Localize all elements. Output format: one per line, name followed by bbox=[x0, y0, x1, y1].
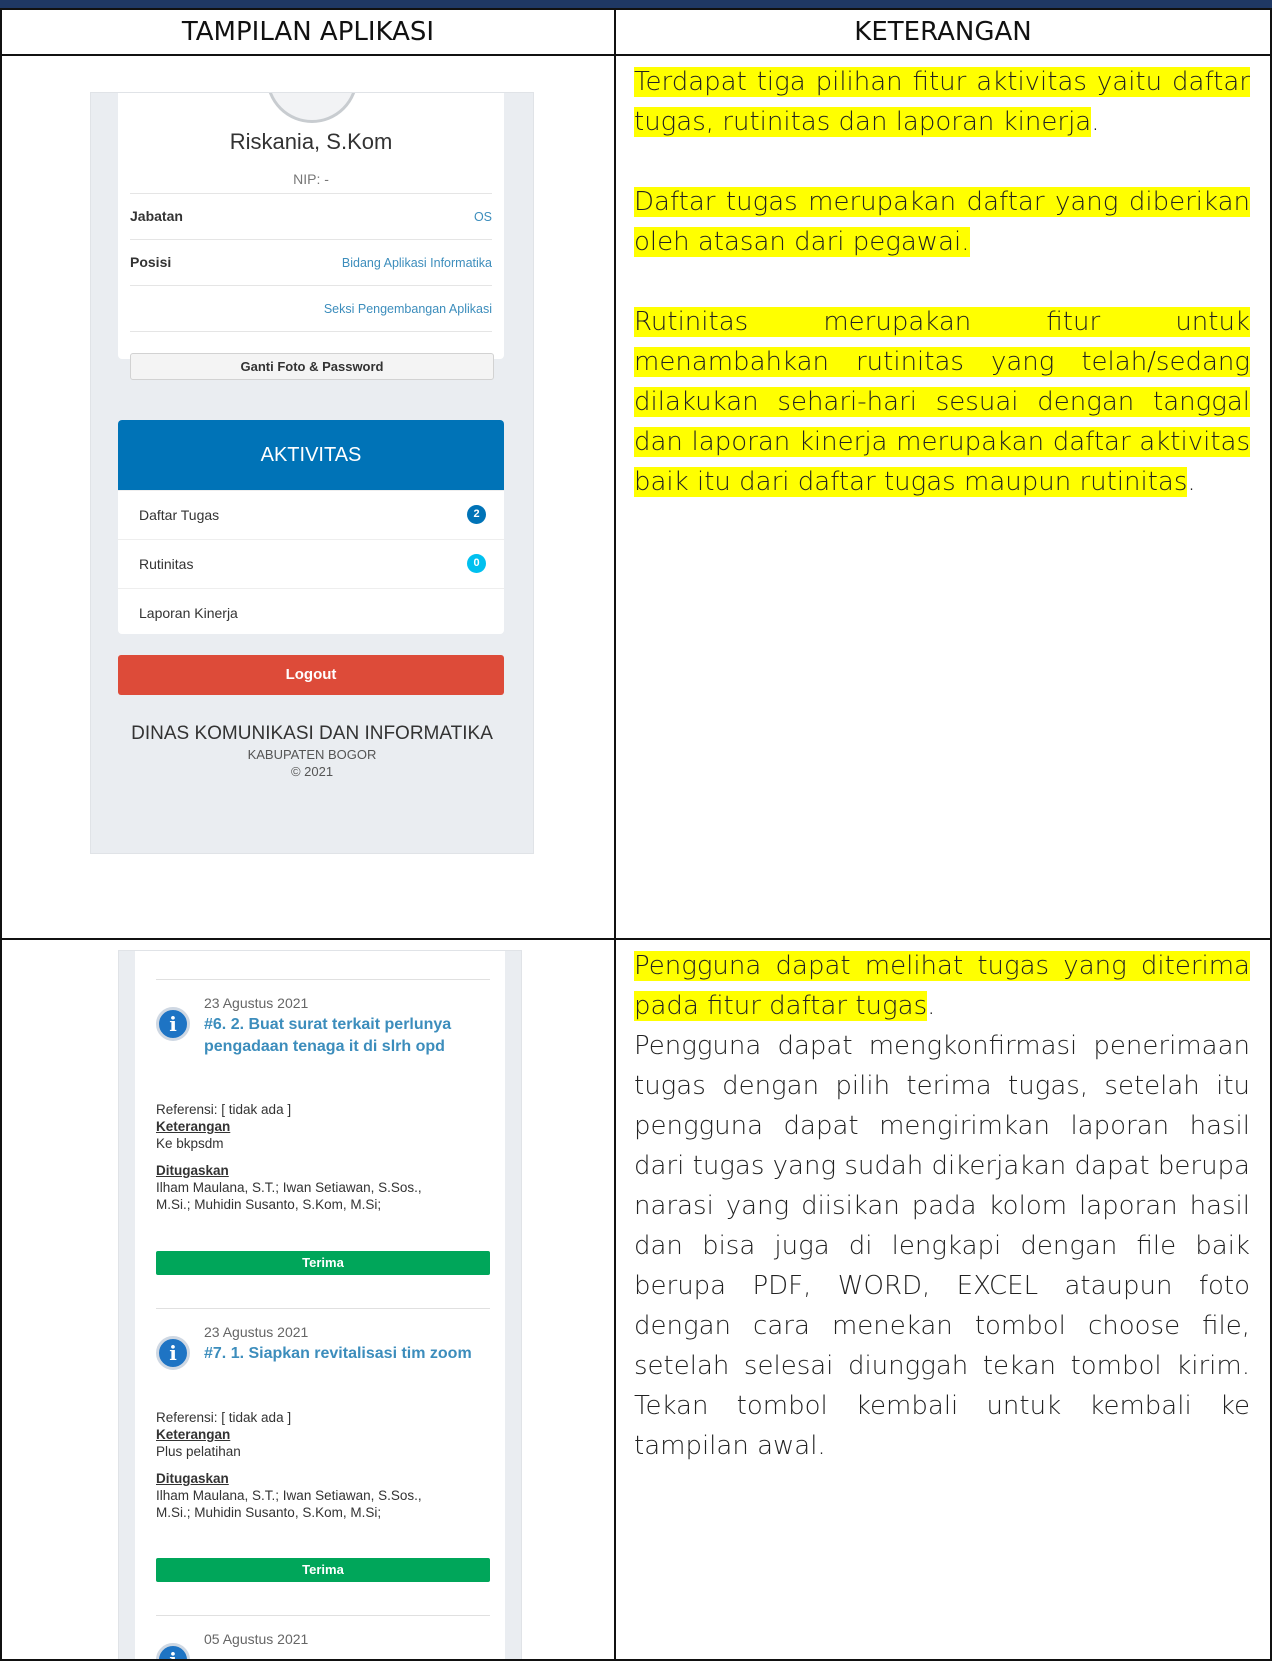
menu-item-label: Laporan Kinerja bbox=[139, 605, 238, 621]
keterangan-label: Keterangan bbox=[156, 1427, 231, 1442]
task-ditugaskan: Ilham Maulana, S.T.; Iwan Setiawan, S.So… bbox=[156, 1488, 422, 1520]
task-date: 23 Agustus 2021 bbox=[204, 995, 309, 1011]
screenshot-cell-profile: Riskania, S.Kom NIP: - Jabatan OS Posisi… bbox=[0, 54, 616, 940]
text-end: . bbox=[1187, 467, 1196, 497]
task-details: Referensi: [ tidak ada ] Keterangan Ke b… bbox=[156, 1101, 456, 1213]
text-end: . bbox=[1091, 107, 1100, 137]
jabatan-row: Jabatan OS bbox=[130, 193, 492, 241]
posisi-row-2: Seksi Pengembangan Aplikasi bbox=[130, 285, 492, 333]
menu-item-label: Daftar Tugas bbox=[139, 507, 220, 523]
task-keterangan: Plus pelatihan bbox=[156, 1444, 241, 1459]
info-icon: i bbox=[156, 1643, 190, 1659]
description-text: Pengguna dapat melihat tugas yang diteri… bbox=[616, 940, 1270, 1466]
task-title[interactable]: #6. 2. Buat surat terkait perlunya penga… bbox=[204, 1014, 494, 1058]
menu-item-rutinitas[interactable]: Rutinitas 0 bbox=[118, 539, 504, 588]
posisi-value[interactable]: Bidang Aplikasi Informatika bbox=[342, 256, 492, 270]
task-ditugaskan: Ilham Maulana, S.T.; Iwan Setiawan, S.So… bbox=[156, 1180, 422, 1212]
posisi-label: Posisi bbox=[130, 254, 172, 270]
jabatan-label: Jabatan bbox=[130, 208, 183, 224]
table-row-profile: Riskania, S.Kom NIP: - Jabatan OS Posisi… bbox=[0, 54, 1272, 940]
screenshot-cell-tasks: i 23 Agustus 2021 #6. 2. Buat surat terk… bbox=[0, 938, 616, 1661]
header-tampilan-aplikasi: TAMPILAN APLIKASI bbox=[0, 8, 616, 56]
highlighted-text: Daftar tugas merupakan daftar yang diber… bbox=[634, 187, 1250, 257]
description-paragraph: Pengguna dapat mengkonfirmasi penerimaan… bbox=[634, 1031, 1250, 1461]
description-cell-profile: Terdapat tiga pilihan fitur aktivitas ya… bbox=[614, 54, 1272, 940]
posisi-row: Posisi Bidang Aplikasi Informatika bbox=[130, 239, 492, 287]
description-cell-tasks: Pengguna dapat melihat tugas yang diteri… bbox=[614, 938, 1272, 1661]
table-header-row: TAMPILAN APLIKASI KETERANGAN bbox=[0, 8, 1272, 56]
count-badge: 2 bbox=[467, 505, 486, 524]
highlighted-text: Pengguna dapat melihat tugas yang diteri… bbox=[634, 951, 1250, 1021]
header-keterangan: KETERANGAN bbox=[614, 8, 1272, 56]
info-icon: i bbox=[156, 1007, 190, 1041]
ganti-foto-password-button[interactable]: Ganti Foto & Password bbox=[130, 353, 494, 380]
phone-screenshot-profile: Riskania, S.Kom NIP: - Jabatan OS Posisi… bbox=[90, 92, 534, 854]
app-footer: DINAS KOMUNIKASI DAN INFORMATIKA KABUPAT… bbox=[91, 723, 533, 779]
task-referensi: Referensi: [ tidak ada ] bbox=[156, 1102, 292, 1117]
divider bbox=[156, 1615, 490, 1616]
list-item: i 23 Agustus 2021 #6. 2. Buat surat terk… bbox=[156, 979, 490, 1309]
document-table: TAMPILAN APLIKASI KETERANGAN Riskania, S… bbox=[0, 8, 1272, 1661]
task-details: Referensi: [ tidak ada ] Keterangan Plus… bbox=[156, 1409, 456, 1521]
avatar bbox=[266, 93, 358, 123]
menu-item-label: Rutinitas bbox=[139, 556, 194, 572]
highlighted-text: Rutinitas merupakan fitur untuk menambah… bbox=[634, 307, 1250, 497]
menu-item-laporan-kinerja[interactable]: Laporan Kinerja bbox=[118, 588, 504, 634]
posisi-value-2[interactable]: Seksi Pengembangan Aplikasi bbox=[324, 302, 492, 316]
divider bbox=[156, 1308, 490, 1309]
footer-region: KABUPATEN BOGOR bbox=[247, 747, 377, 762]
ditugaskan-label: Ditugaskan bbox=[156, 1163, 229, 1178]
task-keterangan: Ke bkpsdm bbox=[156, 1136, 224, 1151]
keterangan-label: Keterangan bbox=[156, 1119, 231, 1134]
list-item: i 23 Agustus 2021 #7. 1. Siapkan revital… bbox=[156, 1308, 490, 1618]
footer-copyright: © 2021 bbox=[290, 764, 334, 779]
aktivitas-title: AKTIVITAS bbox=[118, 420, 504, 490]
document-top-bar bbox=[0, 0, 1272, 8]
terima-button[interactable]: Terima bbox=[156, 1251, 490, 1275]
phone-screenshot-tasks: i 23 Agustus 2021 #6. 2. Buat surat terk… bbox=[118, 950, 522, 1659]
aktivitas-panel: AKTIVITAS Daftar Tugas 2 Rutinitas 0 Lap… bbox=[118, 420, 504, 634]
table-row-tasks: i 23 Agustus 2021 #6. 2. Buat surat terk… bbox=[0, 938, 1272, 1661]
divider bbox=[156, 979, 490, 980]
task-title[interactable]: #7. 1. Siapkan revitalisasi tim zoom bbox=[204, 1343, 494, 1365]
count-badge: 0 bbox=[467, 554, 486, 573]
task-list: i 23 Agustus 2021 #6. 2. Buat surat terk… bbox=[135, 951, 505, 1659]
task-referensi: Referensi: [ tidak ada ] bbox=[156, 1410, 292, 1425]
terima-button[interactable]: Terima bbox=[156, 1558, 490, 1582]
text-end: . bbox=[927, 991, 936, 1021]
footer-org: DINAS KOMUNIKASI DAN INFORMATIKA bbox=[131, 723, 493, 744]
ditugaskan-label: Ditugaskan bbox=[156, 1471, 229, 1486]
profile-name: Riskania, S.Kom bbox=[229, 129, 393, 154]
info-icon: i bbox=[156, 1336, 190, 1370]
task-date: 23 Agustus 2021 bbox=[204, 1324, 309, 1340]
menu-item-daftar-tugas[interactable]: Daftar Tugas 2 bbox=[118, 490, 504, 539]
list-item: i 05 Agustus 2021 bbox=[156, 1615, 490, 1659]
profile-card: Riskania, S.Kom NIP: - Jabatan OS Posisi… bbox=[118, 93, 504, 359]
highlighted-text: Terdapat tiga pilihan fitur aktivitas ya… bbox=[634, 67, 1250, 137]
jabatan-value[interactable]: OS bbox=[474, 210, 492, 224]
description-text: Terdapat tiga pilihan fitur aktivitas ya… bbox=[616, 56, 1270, 502]
logout-button[interactable]: Logout bbox=[118, 655, 504, 695]
task-date: 05 Agustus 2021 bbox=[204, 1631, 309, 1647]
divider bbox=[130, 331, 492, 333]
profile-nip: NIP: - bbox=[293, 171, 329, 187]
